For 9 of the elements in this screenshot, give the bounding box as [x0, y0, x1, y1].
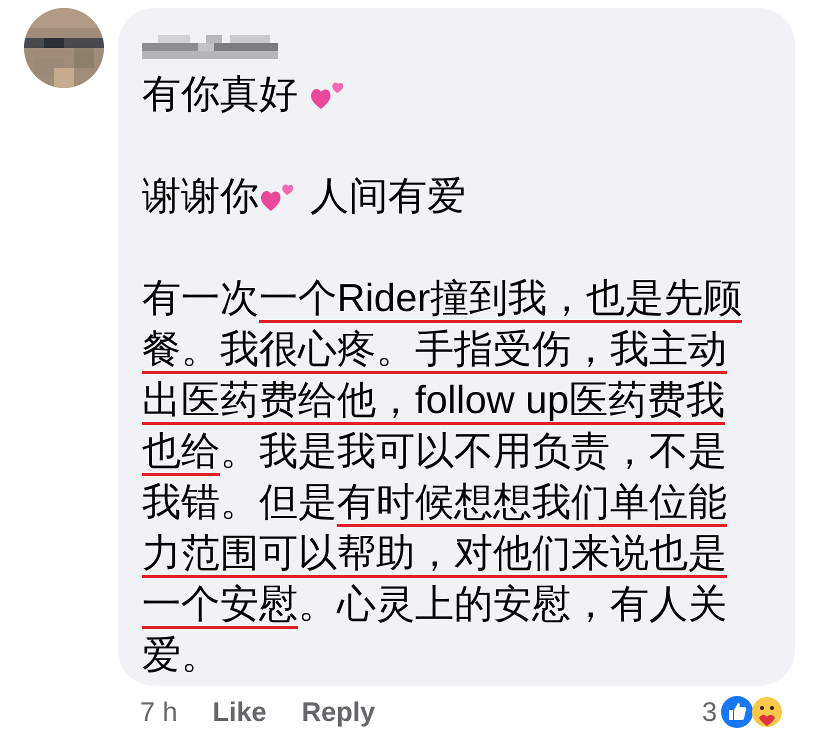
care-reaction-icon	[751, 696, 783, 728]
comment-text: 有你真好	[142, 69, 795, 120]
comment-text: 有一次一个Rider撞到我，也是先顾 餐。我很心疼。手指受伤，我主动 出医药费给他，follow up医药费我 也给。我是我可以不用负责，不是 我错。但是有时候想想我们单位能 力范围可以帮助，对他们来说也是 一个安慰。心灵上的安慰，有人关 爱。	[142, 276, 744, 679]
comment-time[interactable]: 7 h	[140, 692, 178, 732]
reaction-count[interactable]: 3	[702, 692, 717, 732]
like-link[interactable]: Like	[212, 692, 267, 732]
comment-text: 谢谢你 人间有爱	[142, 174, 467, 220]
like-reaction-icon	[721, 696, 753, 728]
reply-link[interactable]: Reply	[302, 692, 376, 732]
